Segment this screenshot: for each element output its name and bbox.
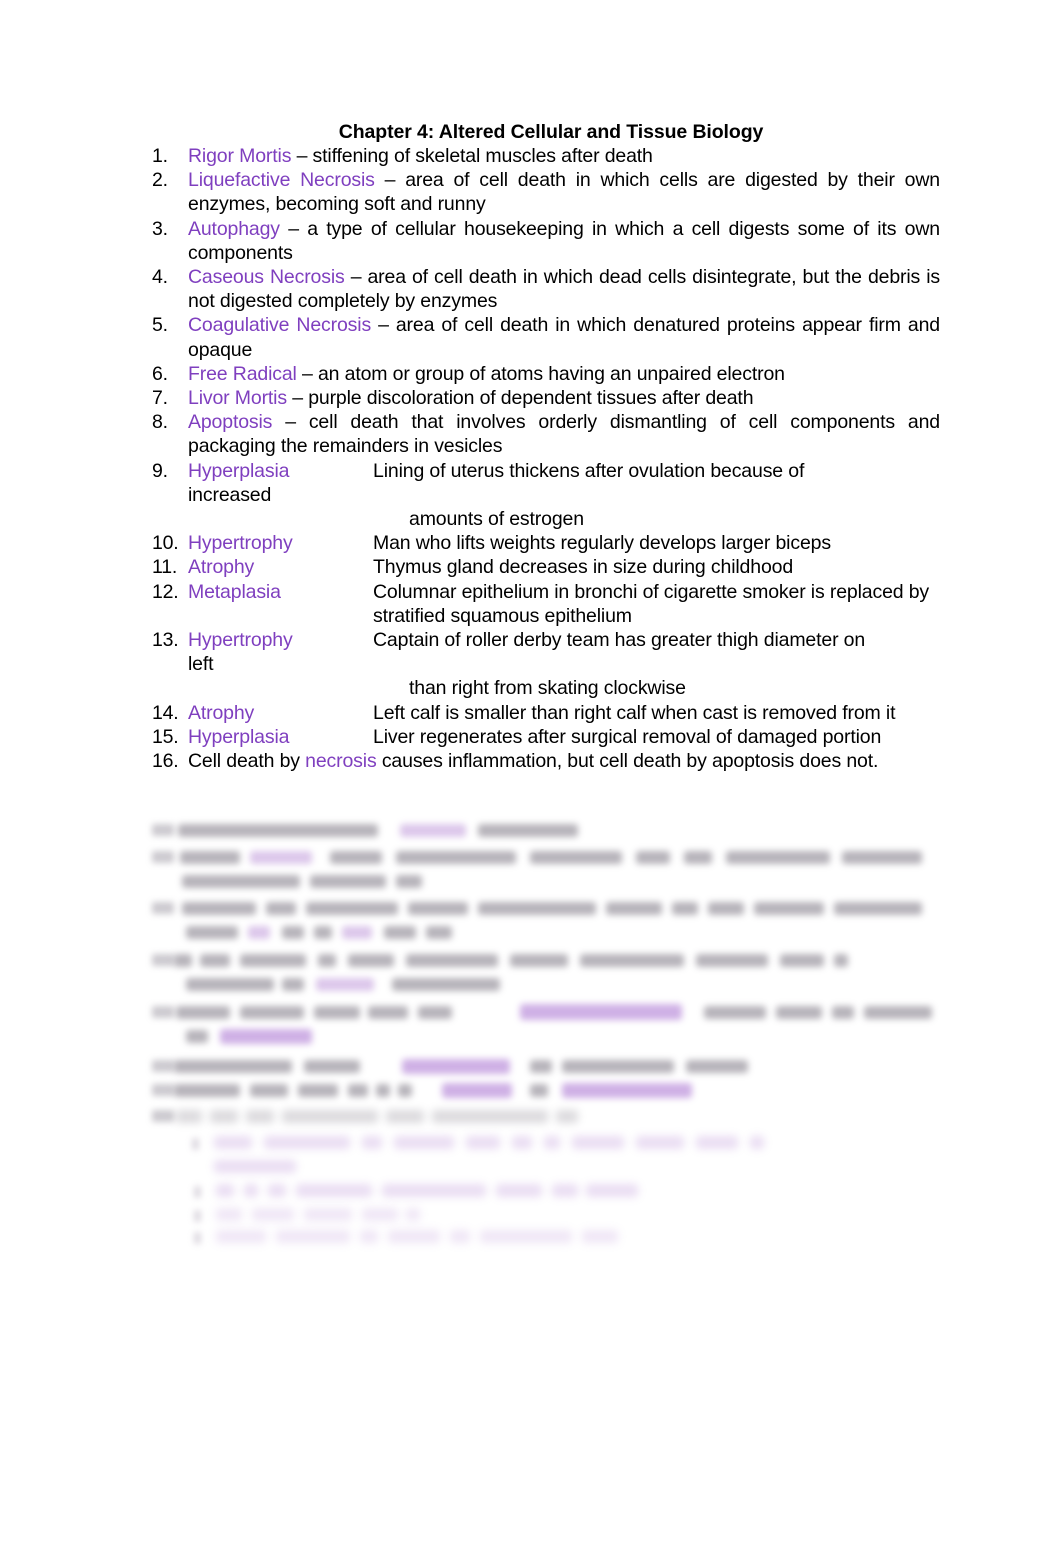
list-number: 6.	[152, 362, 168, 385]
list-number: 10.	[152, 532, 179, 555]
term-label: Hypertrophy	[188, 629, 293, 652]
matching-description: Liver regenerates after surgical removal…	[373, 725, 882, 748]
matching-description: Thymus gland decreases in size during ch…	[373, 556, 794, 579]
matching-continuation-column: than right from skating clockwise	[409, 677, 686, 700]
matching-description: Columnar epithelium in bronchi of cigare…	[373, 580, 930, 627]
matching-description: Left calf is smaller than right calf whe…	[373, 701, 896, 724]
term-label: Liquefactive Necrosis	[188, 169, 375, 192]
obscured-content-region	[152, 818, 952, 1244]
list-item: 4. Caseous Necrosis – area of cell death…	[152, 265, 940, 313]
document-content: Chapter 4: Altered Cellular and Tissue B…	[152, 120, 940, 773]
list-item-body: Coagulative Necrosis – area of cell deat…	[188, 314, 940, 360]
term-label: Apoptosis	[188, 411, 273, 434]
list-number: 1.	[152, 145, 168, 167]
list-number: 2.	[152, 169, 168, 192]
matching-row: 13. Hypertrophy Captain of roller derby t…	[152, 628, 940, 701]
list-item-body: Rigor Mortis – stiffening of skeletal mu…	[188, 145, 653, 167]
page-title: Chapter 4: Altered Cellular and Tissue B…	[338, 121, 764, 143]
term-label: Livor Mortis	[188, 387, 287, 410]
term-label: Atrophy	[188, 556, 255, 579]
list-item: 1. Rigor Mortis – stiffening of skeletal…	[152, 144, 940, 168]
list-item-body: Autophagy – a type of cellular housekeep…	[188, 218, 940, 264]
matching-row: 11. Atrophy Thymus gland decreases in siz…	[152, 555, 940, 579]
matching-row: 9. Hyperplasia Lining of uterus thickens …	[152, 459, 940, 532]
list-number: 11.	[152, 556, 178, 579]
definition-text: – cell death that involves orderly disma…	[188, 411, 940, 458]
matching-continuation-left: left	[188, 653, 214, 676]
matching-row: 14. Atrophy Left calf is smaller than rig…	[152, 701, 940, 725]
statement-body: Cell death by necrosis causes inflammati…	[188, 750, 878, 772]
term-label: Rigor Mortis	[188, 145, 292, 167]
list-item-body: Caseous Necrosis – area of cell death in…	[188, 266, 940, 312]
list-number: 14.	[152, 701, 179, 724]
matching-row: 12. Metaplasia Columnar epithelium in bro…	[152, 580, 940, 628]
list-item: 3. Autophagy – a type of cellular housek…	[152, 217, 940, 265]
matching-row: 15. Hyperplasia Liver regenerates after s…	[152, 725, 940, 749]
list-number: 12.	[152, 580, 179, 603]
list-number: 8.	[152, 411, 168, 434]
definition-text: – an atom or group of atoms having an un…	[296, 362, 785, 385]
list-item-body: Livor Mortis – purple discoloration of d…	[188, 387, 754, 410]
term-label: Atrophy	[188, 701, 255, 724]
list-item: 7. Livor Mortis – purple discoloration o…	[152, 386, 940, 410]
list-item-body: Free Radical – an atom or group of atoms…	[188, 363, 785, 385]
matching-description: Lining of uterus thickens after ovulatio…	[373, 459, 805, 482]
list-item: 6. Free Radical – an atom or group of at…	[152, 362, 940, 386]
matching-row: 10. Hypertrophy Man who lifts weights reg…	[152, 531, 940, 555]
statement-text-after: causes inflammation, but cell death by a…	[376, 750, 879, 773]
list-item: 8. Apoptosis – cell death that involves …	[152, 410, 940, 458]
term-label: Autophagy	[188, 217, 280, 240]
statement-row: 16. Cell death by necrosis causes inflam…	[152, 749, 940, 773]
matching-description: Captain of roller derby team has greater…	[373, 629, 866, 652]
highlighted-term: necrosis	[305, 750, 377, 773]
term-label: Metaplasia	[188, 580, 281, 603]
list-number: 16.	[152, 750, 179, 773]
list-number: 4.	[152, 266, 168, 289]
list-item-body: Apoptosis – cell death that involves ord…	[188, 411, 940, 457]
list-number: 3.	[152, 217, 168, 240]
list-number: 9.	[152, 459, 168, 482]
list-number: 15.	[152, 725, 179, 748]
matching-continuation-column: amounts of estrogen	[409, 508, 584, 531]
list-number: 13.	[152, 629, 179, 652]
list-number: 5.	[152, 314, 168, 337]
definition-text: – stiffening of skeletal muscles after d…	[291, 145, 653, 167]
term-label: Hyperplasia	[188, 459, 290, 482]
matching-continuation-left: increased	[188, 483, 272, 506]
matching-description: Man who lifts weights regularly develops…	[373, 532, 831, 555]
definition-text: – a type of cellular housekeeping in whi…	[188, 217, 940, 264]
term-label: Caseous Necrosis	[188, 266, 345, 289]
list-item: 2. Liquefactive Necrosis – area of cell …	[152, 168, 940, 216]
term-label: Hypertrophy	[188, 532, 293, 555]
list-item-body: Liquefactive Necrosis – area of cell dea…	[188, 169, 940, 215]
list-number: 7.	[152, 387, 168, 410]
term-label: Coagulative Necrosis	[188, 314, 372, 337]
definition-text: – purple discoloration of dependent tiss…	[286, 387, 754, 410]
statement-text-before: Cell death by	[188, 750, 306, 773]
term-label: Hyperplasia	[188, 725, 290, 748]
term-label: Free Radical	[188, 362, 297, 385]
document-page: Chapter 4: Altered Cellular and Tissue B…	[0, 0, 1062, 1556]
list-item: 5. Coagulative Necrosis – area of cell d…	[152, 313, 940, 361]
